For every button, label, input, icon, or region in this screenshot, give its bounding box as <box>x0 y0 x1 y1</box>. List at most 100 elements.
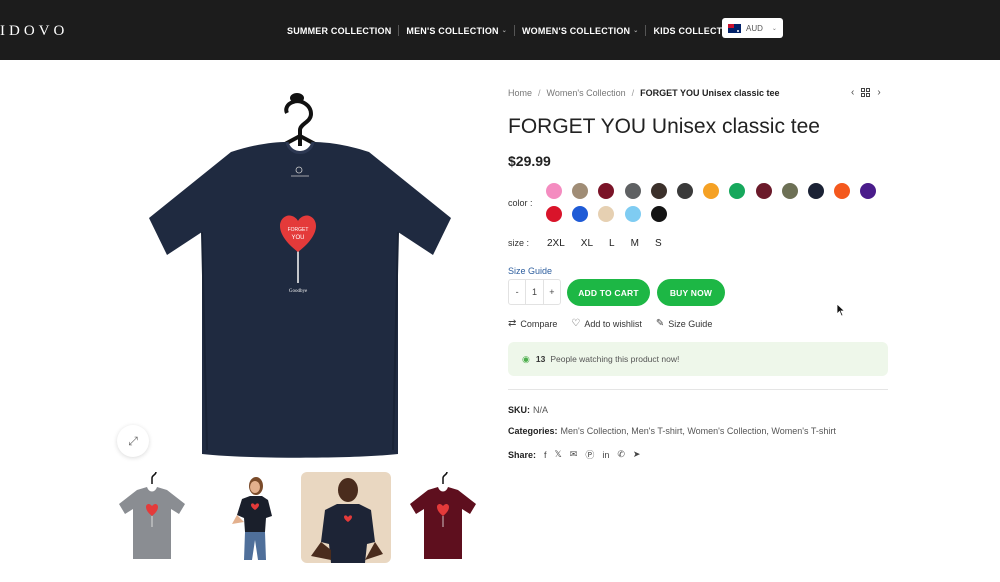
breadcrumb-current: FORGET YOU Unisex classic tee <box>640 88 780 98</box>
product-actions: ⇄ Compare ♡ Add to wishlist ✎ Size Guide <box>508 318 726 329</box>
color-swatch[interactable] <box>546 183 562 199</box>
size-option[interactable]: L <box>609 238 615 249</box>
size-guide-label: Size Guide <box>668 318 713 329</box>
linkedin-icon[interactable]: in <box>602 450 609 460</box>
nav-divider <box>513 25 515 36</box>
color-swatch[interactable] <box>598 183 615 199</box>
maroon-tee-thumbnail[interactable] <box>398 472 488 563</box>
sku-row: SKU: N/A <box>508 405 548 415</box>
nav-womens-collection[interactable]: WOMEN'S COLLECTION ⌄ <box>522 26 638 36</box>
size-option[interactable]: S <box>655 238 662 249</box>
shirt-print-top: FORGET <box>288 227 309 233</box>
watchers-text: People watching this product now! <box>550 354 680 364</box>
color-swatch[interactable] <box>650 206 667 222</box>
chevron-right-icon[interactable]: › <box>877 87 880 98</box>
facebook-icon[interactable]: f <box>544 450 547 460</box>
color-swatch[interactable] <box>729 183 746 199</box>
size-options: 2XL XL L M S <box>547 238 678 249</box>
nav-mens-collection[interactable]: MEN'S COLLECTION ⌄ <box>406 26 507 36</box>
categories-label: Categories: <box>508 426 558 436</box>
color-swatch[interactable] <box>860 183 877 199</box>
wishlist-button[interactable]: ♡ Add to wishlist <box>571 318 642 329</box>
breadcrumb-separator: / <box>631 88 635 98</box>
color-swatch[interactable] <box>572 183 589 199</box>
watchers-notice: ◉ 13 People watching this product now! <box>508 342 888 376</box>
quantity-stepper: - 1 + <box>508 279 561 305</box>
product-title: FORGET YOU Unisex classic tee <box>508 115 820 138</box>
size-label: size : <box>508 238 530 248</box>
currency-switcher[interactable]: AUD ⌄ <box>722 18 783 38</box>
telegram-icon[interactable]: ➤ <box>633 449 641 460</box>
heart-icon: ♡ <box>571 318 581 329</box>
sku-value: N/A <box>533 405 549 415</box>
mouse-cursor-icon <box>836 303 846 317</box>
breadcrumb-separator: / <box>538 88 541 98</box>
color-swatch[interactable] <box>598 206 615 222</box>
color-label: color : <box>508 198 533 208</box>
color-swatch[interactable] <box>677 183 693 199</box>
pinterest-icon[interactable]: Ⓟ <box>585 448 594 461</box>
nav-divider <box>398 25 400 36</box>
product-price: $29.99 <box>508 153 551 169</box>
size-option[interactable]: M <box>631 238 639 249</box>
categories-list[interactable]: Men's Collection, Men's T-shirt, Women's… <box>561 426 836 436</box>
thumbnail-gallery <box>107 472 497 567</box>
chevron-left-icon[interactable]: ‹ <box>851 87 854 98</box>
man-model-thumbnail[interactable] <box>301 472 391 563</box>
nav-label: WOMEN'S COLLECTION <box>521 25 631 36</box>
currency-code: AUD <box>746 23 763 33</box>
color-swatch[interactable] <box>834 183 851 199</box>
quantity-input[interactable]: 1 <box>525 280 544 304</box>
size-option[interactable]: 2XL <box>547 238 565 249</box>
color-swatch[interactable] <box>755 183 772 199</box>
x-icon[interactable]: 𝕏 <box>555 449 562 460</box>
nav-label: SUMMER COLLECTION <box>287 25 392 36</box>
size-option[interactable]: XL <box>581 238 593 249</box>
ruler-icon: ✎ <box>655 318 665 329</box>
site-header: IDOVO SUMMER COLLECTION MEN'S COLLECTION… <box>0 0 1000 60</box>
quantity-plus-button[interactable]: + <box>544 287 560 297</box>
color-swatch[interactable] <box>624 183 641 199</box>
site-logo[interactable]: IDOVO <box>0 23 68 40</box>
color-swatch[interactable] <box>650 183 667 199</box>
expand-icon: ⤢ <box>128 433 138 448</box>
size-guide-button[interactable]: ✎ Size Guide <box>656 318 712 329</box>
nav-summer-collection[interactable]: SUMMER COLLECTION <box>287 26 391 36</box>
nav-label: MEN'S COLLECTION <box>406 25 499 36</box>
color-swatch[interactable] <box>781 183 798 199</box>
size-guide-link[interactable]: Size Guide <box>508 266 552 276</box>
woman-model-thumbnail[interactable] <box>204 472 294 563</box>
grey-tee-thumbnail[interactable] <box>107 472 197 563</box>
compare-label: Compare <box>520 318 558 329</box>
share-row: Share: f 𝕏 ✉ Ⓟ in ✆ ➤ <box>508 448 648 461</box>
quantity-minus-button[interactable]: - <box>509 287 525 297</box>
compare-button[interactable]: ⇄ Compare <box>508 318 557 329</box>
breadcrumb-category[interactable]: Women's Collection <box>547 88 626 98</box>
watchers-count: 13 <box>535 354 546 364</box>
add-to-cart-button[interactable]: ADD TO CART <box>567 279 650 306</box>
divider <box>508 389 888 390</box>
color-swatch[interactable] <box>808 183 824 199</box>
shirt-print-bottom: Goodbye <box>289 289 308 294</box>
main-nav: SUMMER COLLECTION MEN'S COLLECTION ⌄ WOME… <box>287 25 747 36</box>
buy-now-button[interactable]: BUY NOW <box>657 279 725 306</box>
whatsapp-icon[interactable]: ✆ <box>617 449 625 460</box>
email-icon[interactable]: ✉ <box>570 449 578 460</box>
color-swatch[interactable] <box>572 206 589 222</box>
expand-image-button[interactable]: ⤢ <box>117 425 149 457</box>
chevron-down-icon: ⌄ <box>771 25 777 32</box>
color-swatch[interactable] <box>546 206 562 222</box>
shuffle-icon: ⇄ <box>508 318 517 329</box>
share-label: Share: <box>508 449 537 460</box>
main-product-image[interactable]: FORGET YOU Goodbye <box>115 80 485 465</box>
grid-icon[interactable] <box>861 88 871 97</box>
breadcrumb-home[interactable]: Home <box>508 88 532 98</box>
chevron-down-icon: ⌄ <box>633 28 639 34</box>
categories-row: Categories: Men's Collection, Men's T-shi… <box>508 426 836 436</box>
color-swatch[interactable] <box>703 183 720 199</box>
wishlist-label: Add to wishlist <box>584 318 642 329</box>
sku-label: SKU: <box>508 405 530 415</box>
breadcrumb: Home / Women's Collection / FORGET YOU U… <box>508 88 780 98</box>
color-swatch[interactable] <box>624 206 641 222</box>
eye-icon: ◉ <box>522 353 530 364</box>
